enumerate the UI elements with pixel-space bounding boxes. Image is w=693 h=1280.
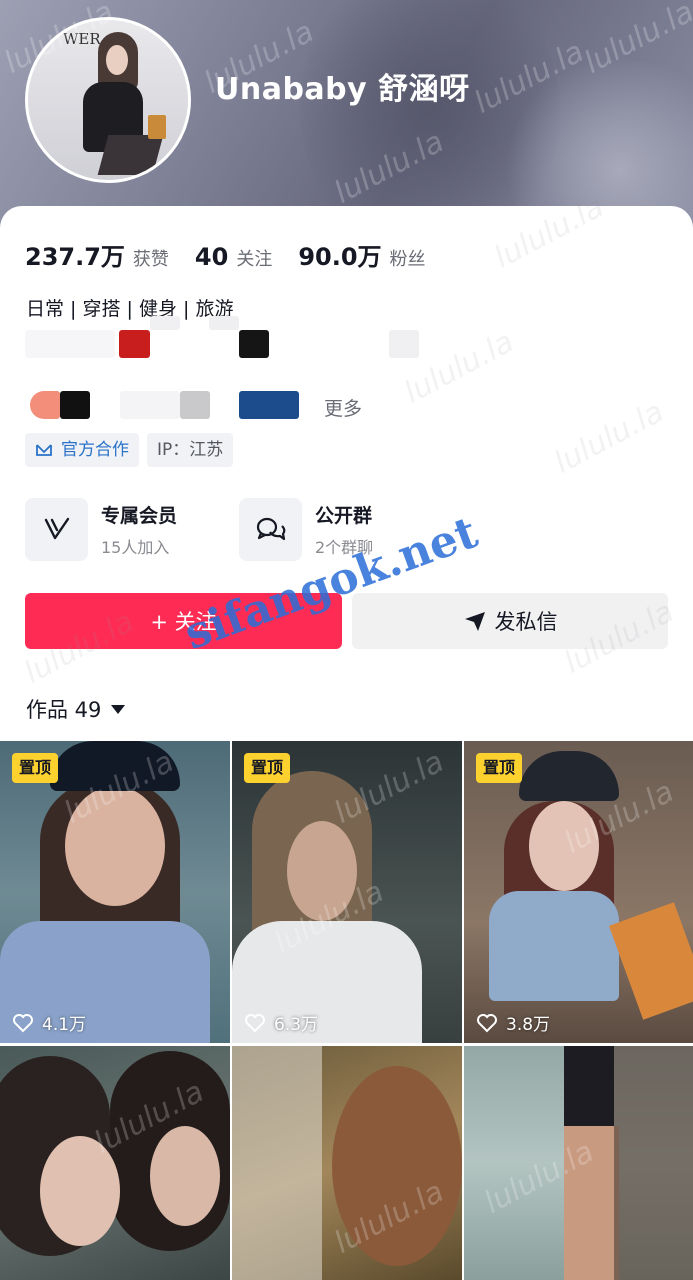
heart-icon: [13, 1013, 33, 1032]
stat-value: 237.7万: [25, 243, 125, 271]
stat-value: 40: [194, 243, 229, 271]
feature-title: 公开群: [315, 504, 373, 527]
chat-bubbles-icon: [239, 497, 302, 561]
like-count-value: 3.8万: [506, 1015, 551, 1035]
works-label: 作品 49: [26, 698, 102, 722]
heart-icon: [477, 1013, 497, 1032]
video-grid: 置顶 4.1万 置顶 6.3万 置顶 3.8万: [0, 741, 693, 1280]
official-cooperation-icon: [36, 444, 52, 456]
video-thumbnail[interactable]: 置顶 3.8万: [464, 741, 693, 1043]
stat-value: 90.0万: [298, 243, 382, 271]
stat-followers[interactable]: 90.0万 粉丝: [298, 237, 425, 272]
feature-subtitle: 15人加入: [101, 537, 170, 557]
more-link[interactable]: 更多: [324, 394, 362, 421]
official-tag[interactable]: 官方合作: [25, 433, 139, 467]
profile-header: WER Unababy 舒涵呀: [0, 0, 693, 230]
send-icon: [464, 612, 485, 631]
message-button[interactable]: 发私信: [352, 593, 668, 649]
video-thumbnail[interactable]: 置顶 4.1万: [0, 741, 230, 1043]
like-count: 6.3万: [244, 1010, 318, 1035]
like-count: 3.8万: [476, 1010, 550, 1035]
pinned-badge: 置顶: [12, 753, 59, 783]
video-thumbnail[interactable]: 置顶 6.3万: [232, 741, 462, 1043]
username: Unababy 舒涵呀: [215, 72, 470, 107]
avatar-caption: WER: [63, 30, 101, 48]
stat-label: 获赞: [132, 249, 169, 270]
video-thumbnail[interactable]: [0, 1046, 230, 1280]
stat-label: 粉丝: [389, 249, 426, 270]
pinned-badge: 置顶: [244, 753, 291, 783]
message-button-label: 发私信: [494, 610, 558, 634]
stat-label: 关注: [236, 249, 273, 270]
stats-row: 237.7万 获赞 40 关注 90.0万 粉丝: [25, 237, 452, 271]
works-tab[interactable]: 作品 49: [26, 694, 126, 724]
caret-down-icon: [111, 704, 126, 714]
like-count-value: 6.3万: [274, 1015, 319, 1035]
feature-title: 专属会员: [101, 504, 178, 527]
stat-likes[interactable]: 237.7万 获赞: [25, 237, 169, 272]
heart-icon: [245, 1013, 265, 1032]
stat-following[interactable]: 40 关注: [195, 243, 272, 271]
feature-membership[interactable]: 专属会员 15人加入: [25, 497, 177, 561]
official-tag-label: 官方合作: [61, 440, 129, 460]
ip-location-label: IP：江苏: [157, 440, 224, 460]
pinned-badge: 置顶: [476, 753, 523, 783]
v-badge-icon: [25, 497, 88, 561]
avatar[interactable]: WER: [25, 17, 191, 183]
like-count: 4.1万: [12, 1010, 86, 1035]
video-thumbnail[interactable]: [232, 1046, 462, 1280]
ip-location-tag: IP：江苏: [147, 433, 234, 467]
bio-text: 日常 | 穿搭 | 健身 | 旅游: [26, 298, 234, 320]
like-count-value: 4.1万: [42, 1015, 87, 1035]
video-thumbnail[interactable]: [464, 1046, 693, 1280]
